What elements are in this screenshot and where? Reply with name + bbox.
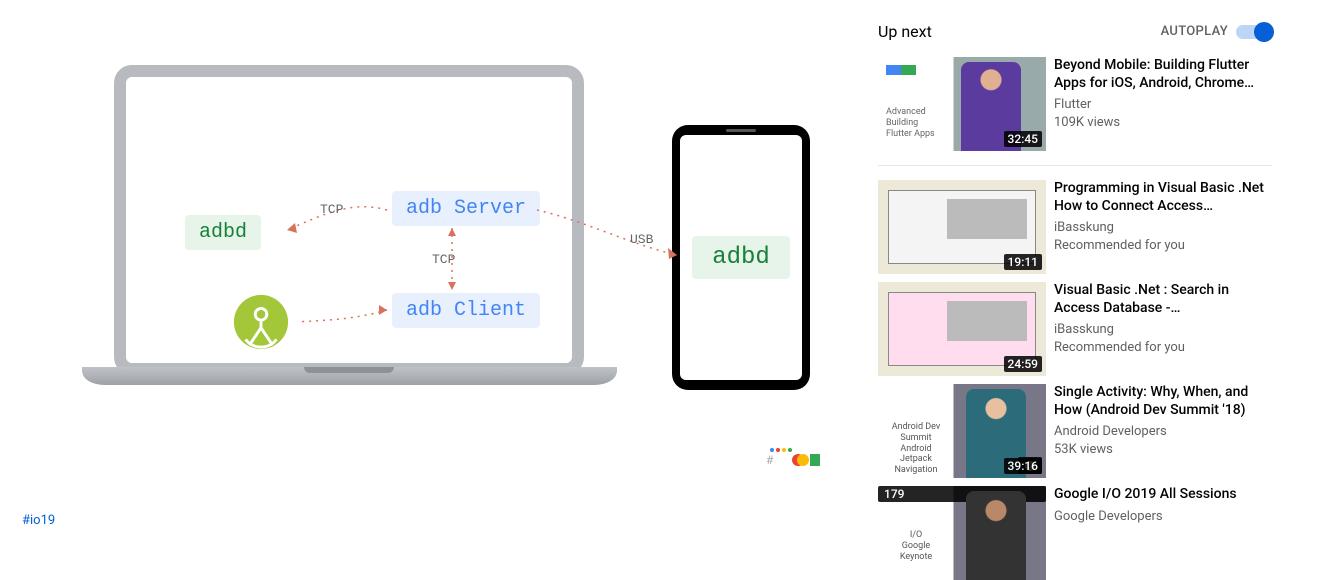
upnext-heading: Up next [878, 22, 932, 41]
view-count: Recommended for you [1054, 339, 1272, 357]
svg-text:#: # [766, 453, 774, 466]
video-title: Google I/O 2019 All Sessions [1054, 486, 1272, 504]
separator [878, 165, 1272, 166]
video-player[interactable]: adbd adbd adb Server adb Client TCP [22, 0, 876, 501]
thumb-caption: Android Dev Summit Android Jetpack Navig… [886, 422, 946, 476]
video-thumbnail: I/O Google Keynote 179 [878, 486, 1046, 580]
duration-badge: 24:59 [1004, 356, 1042, 372]
video-thumbnail: Advanced Building Flutter Apps 32:45 [878, 57, 1046, 151]
recommendation-item[interactable]: Android Dev Summit Android Jetpack Navig… [878, 384, 1272, 478]
adb-client-label: adb Client [392, 293, 540, 328]
view-count: 109K views [1054, 114, 1272, 132]
channel-name: Flutter [1054, 96, 1272, 114]
adbd-phone-label: adbd [692, 236, 790, 279]
channel-name: Google Developers [1054, 508, 1272, 526]
video-title: Visual Basic .Net : Search in Access Dat… [1054, 282, 1272, 317]
channel-name: Android Developers [1054, 423, 1272, 441]
duration-badge: 19:11 [1004, 254, 1042, 270]
autoplay-label: AUTOPLAY [1161, 24, 1228, 39]
google-io-corner-logo: # [766, 446, 826, 466]
usb-label: USB [630, 232, 654, 247]
video-title: Beyond Mobile: Building Flutter Apps for… [1054, 57, 1272, 92]
video-thumbnail: 24:59 [878, 282, 1046, 376]
video-hashtag-link[interactable]: #io19 [22, 513, 878, 528]
duration-badge: 32:45 [1004, 131, 1042, 147]
recommendation-item[interactable]: 24:59 Visual Basic .Net : Search in Acce… [878, 282, 1272, 376]
view-count: Recommended for you [1054, 237, 1272, 255]
view-count: 53K views [1054, 441, 1272, 459]
video-title: Programming in Visual Basic .Net How to … [1054, 180, 1272, 215]
laptop-illustration [82, 65, 617, 410]
adb-server-label: adb Server [392, 191, 540, 226]
thumb-caption: I/O Google Keynote [886, 530, 946, 562]
video-thumbnail: Android Dev Summit Android Jetpack Navig… [878, 384, 1046, 478]
channel-name: iBasskung [1054, 219, 1272, 237]
phone-illustration: adbd [672, 125, 810, 390]
recommendation-item[interactable]: 19:11 Programming in Visual Basic .Net H… [878, 180, 1272, 274]
sidebar: Up next AUTOPLAY Advanced Building Flutt… [878, 0, 1280, 546]
video-title: Single Activity: Why, When, and How (And… [1054, 384, 1272, 419]
duration-badge: 39:16 [1004, 458, 1042, 474]
video-thumbnail: 19:11 [878, 180, 1046, 274]
channel-name: iBasskung [1054, 321, 1272, 339]
autoplay-toggle[interactable] [1236, 25, 1272, 39]
thumb-caption: Advanced Building Flutter Apps [886, 107, 935, 139]
adbd-laptop-label: adbd [185, 215, 261, 250]
recommendation-item[interactable]: I/O Google Keynote 179 Google I/O 2019 A… [878, 486, 1272, 580]
recommendation-item[interactable]: Advanced Building Flutter Apps 32:45 Bey… [878, 57, 1272, 151]
android-studio-icon [232, 293, 290, 351]
